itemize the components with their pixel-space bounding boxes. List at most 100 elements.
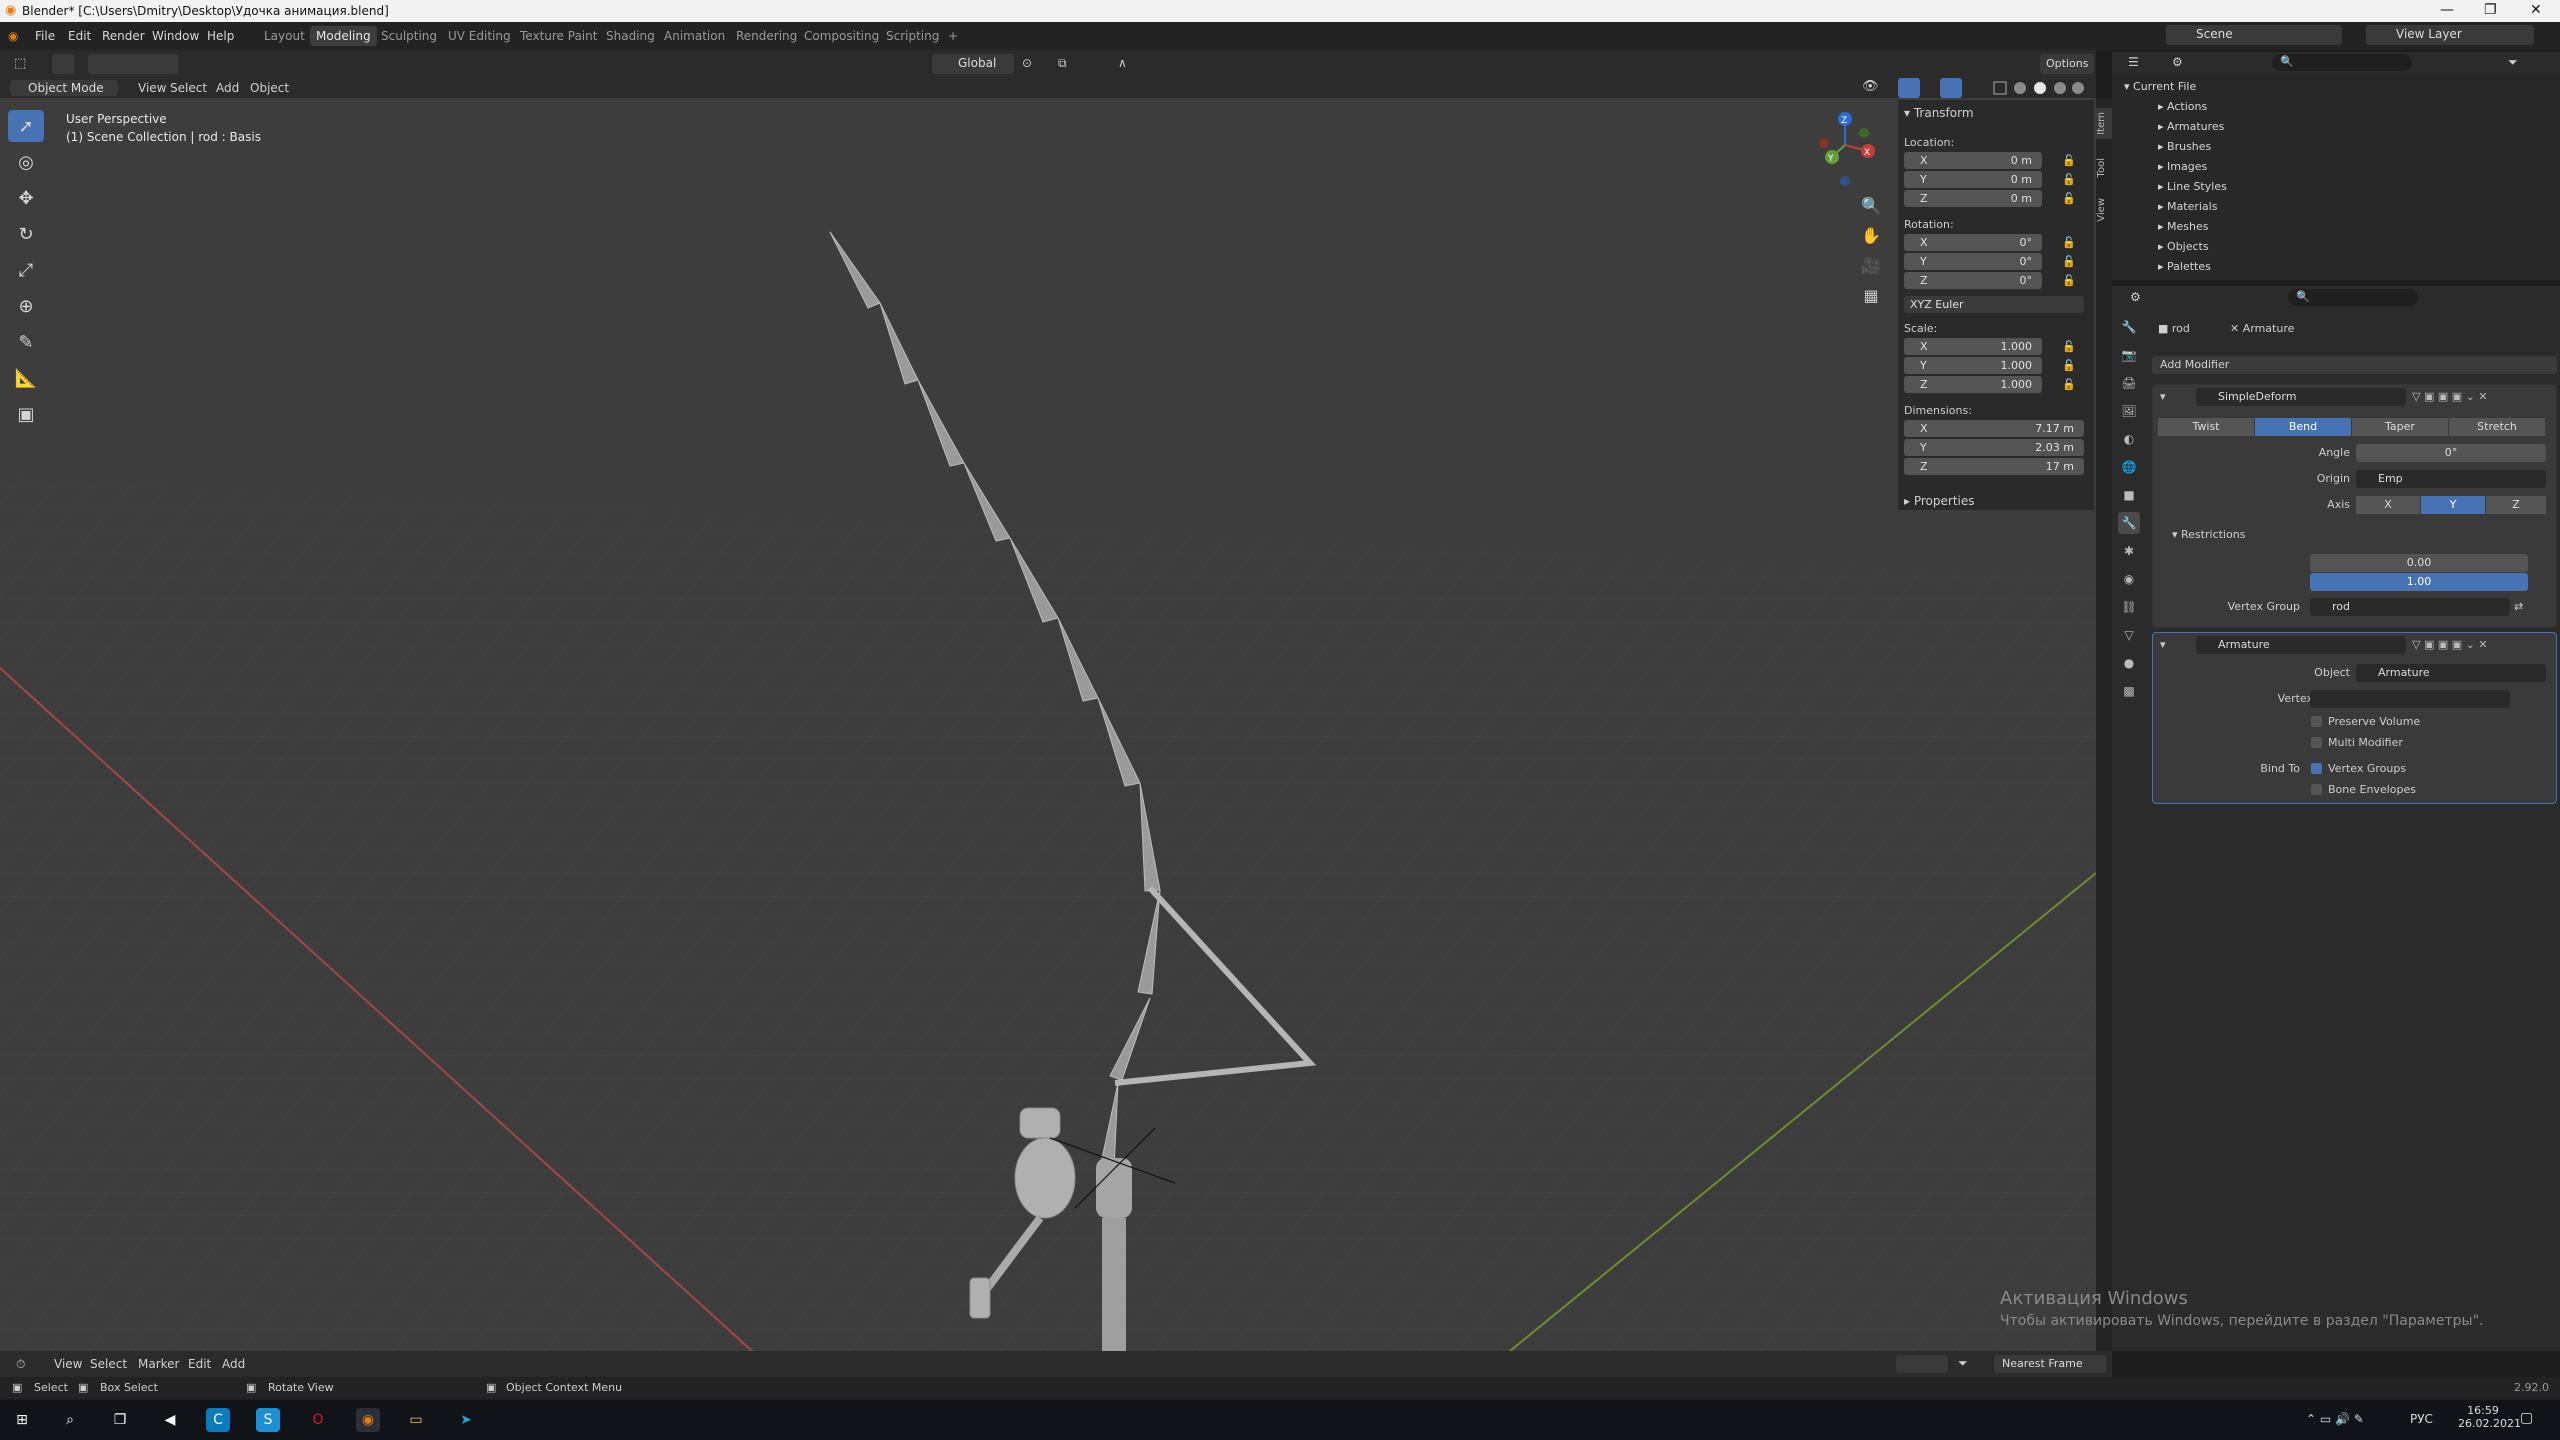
mode-taper-button[interactable]: Taper [2352,418,2448,436]
select-box-tool-icon[interactable]: ➚ [8,110,44,142]
collapse-icon[interactable]: ▾ [2160,390,2166,403]
tab-animation[interactable]: Animation [658,26,731,46]
output-tab-icon[interactable]: 🖨 [2118,372,2140,394]
scene-selector[interactable]: Scene [2166,25,2342,45]
editor-type-icon[interactable]: ⚙ [2130,290,2141,304]
measure-tool-icon[interactable]: 📐 [8,362,44,394]
camera-icon[interactable]: 🎥 [1858,256,1884,282]
tab-shading[interactable]: Shading [600,26,661,46]
lock-icon[interactable]: 🔓 [2062,154,2076,167]
ccleaner-icon[interactable]: C [206,1408,230,1432]
menu-window[interactable]: Window [152,29,199,43]
particles-tab-icon[interactable]: ✱ [2118,540,2140,562]
timeline-menu-marker[interactable]: Marker [132,1356,185,1372]
viewport-menu-add[interactable]: Add [210,80,245,96]
lock-icon[interactable]: 🔓 [2062,173,2076,186]
menu-help[interactable]: Help [207,29,234,43]
modifier-tab-icon[interactable]: 🔧 [2118,512,2140,534]
tab-texture-paint[interactable]: Texture Paint [514,26,603,46]
view-layer-tab-icon[interactable]: 🖼 [2118,400,2140,422]
tab-item[interactable]: Item [2096,108,2112,139]
lock-icon[interactable]: 🔓 [2062,255,2076,268]
maximize-button[interactable]: ❐ [2484,2,2497,18]
tab-tool[interactable]: Tool [2096,154,2112,181]
dimensions-y-field[interactable]: Y 2.03 m [1904,439,2084,456]
editor-type-icon[interactable]: ⬚ [14,56,26,71]
select-mode-buttons[interactable] [88,54,178,74]
timeline-tool-buttons[interactable] [1896,1355,1948,1373]
timeline-menu-add[interactable]: Add [216,1356,251,1372]
simpledeform-name-field[interactable]: SimpleDeform [2196,388,2406,406]
snap-dropdown[interactable]: Nearest Frame [1994,1355,2106,1373]
constraints-tab-icon[interactable]: ⛓ [2118,596,2140,618]
task-view-icon[interactable]: ❐ [108,1408,132,1432]
lock-icon[interactable]: 🔓 [2062,274,2076,287]
preserve-volume-checkbox[interactable] [2311,716,2322,727]
search-icon[interactable]: ⌕ [58,1408,82,1432]
editor-type-icon[interactable]: ☰ [2128,55,2139,69]
vertex-group-field[interactable]: rod [2310,598,2510,616]
axis-x-button[interactable]: X [2356,496,2420,514]
gizmo-toggle-icon[interactable] [1898,78,1920,98]
outliner-item-palettes[interactable]: ▸ Palettes [2158,260,2211,273]
bone-envelopes-checkbox[interactable] [2311,784,2322,795]
tab-sculpting[interactable]: Sculpting [375,26,443,46]
world-tab-icon[interactable]: 🌐 [2118,456,2140,478]
timeline-menu-view[interactable]: View [48,1356,88,1372]
options-dropdown[interactable]: Options [2040,54,2094,74]
location-y-field[interactable]: Y0 m [1904,171,2042,188]
tab-uv-editing[interactable]: UV Editing [442,26,517,46]
filter-icon[interactable]: ⏷ [1958,1356,1968,1371]
outliner-item-brushes[interactable]: ▸ Brushes [2158,140,2211,153]
collapse-icon[interactable]: ▾ [2160,638,2166,651]
scale-z-field[interactable]: Z 1.000 [1904,376,2042,393]
outliner-item-line-styles[interactable]: ▸ Line Styles [2158,180,2227,193]
opera-icon[interactable]: O [306,1408,330,1432]
lock-icon[interactable]: 🔓 [2062,340,2076,353]
select-tool-icon[interactable] [52,54,74,74]
3d-viewport[interactable] [0,98,2096,1351]
timeline-menu-select[interactable]: Select [84,1356,133,1372]
proportional-edit-icon[interactable]: ∧ [1118,56,1127,70]
properties-search-input[interactable]: 🔍 [2288,289,2418,306]
limit-low-field[interactable]: 0.00 [2310,554,2528,572]
lock-icon[interactable]: 🔓 [2062,192,2076,205]
rotation-mode-dropdown[interactable]: XYZ Euler [1904,296,2084,313]
outliner-item-actions[interactable]: ▸ Actions [2158,100,2207,113]
menu-edit[interactable]: Edit [68,29,91,43]
editor-type-icon[interactable]: ⏱ [10,1356,31,1373]
multi-modifier-checkbox[interactable] [2311,737,2322,748]
scale-x-field[interactable]: X 1.000 [1904,338,2042,355]
rotate-tool-icon[interactable]: ↻ [8,218,44,250]
navigation-gizmo[interactable]: Z X Y [1810,105,1880,195]
dimensions-z-field[interactable]: Z 17 m [1904,458,2084,475]
clock[interactable]: 16:59 26.02.2021 [2458,1404,2521,1430]
blender-taskbar-icon[interactable]: ◉ [356,1408,380,1432]
viewport-menu-select[interactable]: Select [164,80,213,96]
vertex-groups-checkbox[interactable] [2311,763,2322,774]
origin-field[interactable]: Emp [2356,470,2546,488]
location-x-field[interactable]: X0 m [1904,152,2042,169]
tab-layout[interactable]: Layout [258,26,311,46]
lock-icon[interactable]: 🔓 [2062,359,2076,372]
telegram-icon[interactable]: ➤ [454,1408,478,1432]
outliner-search-input[interactable]: 🔍 [2272,54,2412,71]
properties-panel-header[interactable]: ▸ Properties [1904,494,1975,508]
close-button[interactable]: ✕ [2530,2,2542,18]
rotation-x-field[interactable]: X 0° [1904,234,2042,251]
display-mode-icon[interactable]: ⚙ [2172,55,2183,69]
rotation-y-field[interactable]: Y 0° [1904,253,2042,270]
pan-hand-icon[interactable]: ✋ [1858,226,1884,252]
filter-icon[interactable]: ⏷ [2508,55,2518,70]
rotation-z-field[interactable]: Z 0° [1904,272,2042,289]
viewport-menu-object[interactable]: Object [244,80,295,96]
texture-tab-icon[interactable]: ▩ [2118,680,2140,702]
armature-vertex-group-field[interactable] [2310,690,2510,708]
lock-icon[interactable]: 🔓 [2062,378,2076,391]
add-modifier-dropdown[interactable]: Add Modifier [2152,356,2557,374]
menu-render[interactable]: Render [102,29,145,43]
windows-start-icon[interactable]: ⊞ [10,1408,34,1432]
location-z-field[interactable]: Z0 m [1904,190,2042,207]
armature-object-field[interactable]: Armature [2356,664,2546,682]
view-layer-selector[interactable]: View Layer [2366,25,2534,45]
